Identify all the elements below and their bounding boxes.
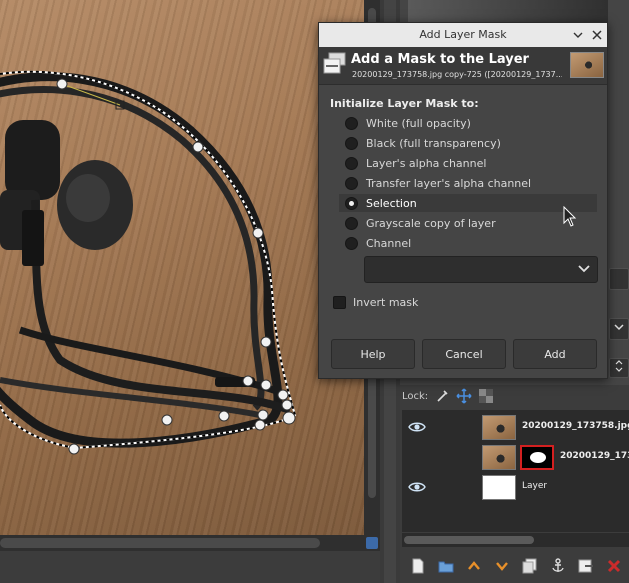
option-grayscale[interactable]: Grayscale copy of layer (339, 214, 597, 232)
anchor-layer-icon[interactable] (544, 554, 572, 578)
add-layer-mask-dialog: Add Layer Mask Add a Mask to the Layer 2… (318, 22, 608, 379)
layer-mask-thumbnail[interactable] (520, 445, 554, 470)
new-layer-icon[interactable] (404, 554, 432, 578)
layer-mask-icon[interactable] (572, 554, 600, 578)
new-layer-group-icon[interactable] (432, 554, 460, 578)
layer-thumbnail[interactable] (482, 415, 516, 440)
layer-row[interactable]: 20200129_173758.jpg copy (402, 412, 629, 442)
visibility-eye-icon[interactable] (408, 418, 426, 436)
layer-name[interactable]: 20200129_173758.jpg copy (522, 421, 629, 431)
canvas-horizontal-scrollbar[interactable] (0, 535, 380, 551)
dialog-titlebar[interactable]: Add Layer Mask (319, 23, 607, 47)
layer-name-subtitle: 20200129_173758.jpg copy-725 ([20200129_… (352, 70, 562, 79)
layers-list[interactable]: 20200129_173758.jpg copy 20200129_17375 … (402, 410, 629, 532)
delete-layer-icon[interactable] (600, 554, 628, 578)
image-canvas[interactable] (0, 0, 364, 535)
chevron-down-icon (577, 264, 591, 277)
layer-preview-thumbnail (570, 52, 604, 78)
duplicate-layer-icon[interactable] (516, 554, 544, 578)
initialize-mask-label: Initialize Layer Mask to: (330, 97, 479, 110)
status-bar (0, 551, 400, 583)
close-icon[interactable] (588, 26, 606, 44)
layer-row[interactable]: 20200129_17375 (402, 442, 629, 472)
layers-horizontal-scrollbar[interactable] (402, 533, 629, 547)
layer-thumbnail[interactable] (482, 445, 516, 470)
radio-button[interactable] (345, 216, 358, 230)
radio-button[interactable] (345, 136, 358, 150)
lock-pixels-icon[interactable] (434, 388, 450, 404)
add-button[interactable]: Add (513, 339, 597, 369)
option-selection[interactable]: Selection (339, 194, 597, 212)
dialog-window-title: Add Layer Mask (419, 28, 507, 41)
lock-row: Lock: (400, 385, 629, 407)
lock-position-icon[interactable] (456, 388, 472, 404)
layer-thumbnail[interactable] (482, 475, 516, 500)
collapse-chevron-icon[interactable] (569, 26, 587, 44)
canvas-artwork (0, 70, 297, 455)
dock-slot-button[interactable] (609, 268, 629, 290)
layer-row[interactable]: Layer (402, 472, 629, 502)
dialog-header: Add a Mask to the Layer 20200129_173758.… (319, 47, 607, 85)
layer-name[interactable]: Layer (522, 481, 547, 491)
layer-mask-icon (322, 51, 348, 79)
cancel-button[interactable]: Cancel (422, 339, 506, 369)
checkbox[interactable] (333, 296, 346, 309)
radio-button[interactable] (345, 156, 358, 170)
channel-dropdown[interactable] (364, 256, 598, 283)
layers-toolbar (400, 552, 629, 580)
option-black[interactable]: Black (full transparency) (339, 134, 597, 152)
dialog-button-row: Help Cancel Add (331, 339, 597, 369)
mode-dropdown-button[interactable] (609, 318, 629, 340)
option-channel[interactable]: Channel (339, 234, 597, 252)
mouse-pointer-icon (563, 205, 577, 231)
navigate-image-icon[interactable] (366, 537, 378, 549)
radio-button-selected[interactable] (345, 196, 358, 210)
option-transfer-alpha[interactable]: Transfer layer's alpha channel (339, 174, 597, 192)
lock-alpha-icon[interactable] (478, 388, 494, 404)
radio-button[interactable] (345, 176, 358, 190)
option-white[interactable]: White (full opacity) (339, 114, 597, 132)
invert-mask-checkbox[interactable]: Invert mask (333, 296, 418, 309)
radio-button[interactable] (345, 236, 358, 250)
help-button[interactable]: Help (331, 339, 415, 369)
option-alpha[interactable]: Layer's alpha channel (339, 154, 597, 172)
lock-label: Lock: (402, 390, 429, 402)
opacity-spin-button[interactable] (609, 358, 629, 378)
lower-layer-icon[interactable] (488, 554, 516, 578)
radio-button[interactable] (345, 116, 358, 130)
dialog-heading: Add a Mask to the Layer (351, 52, 529, 67)
raise-layer-icon[interactable] (460, 554, 488, 578)
visibility-eye-icon[interactable] (408, 478, 426, 496)
layer-name[interactable]: 20200129_17375 (560, 451, 629, 461)
